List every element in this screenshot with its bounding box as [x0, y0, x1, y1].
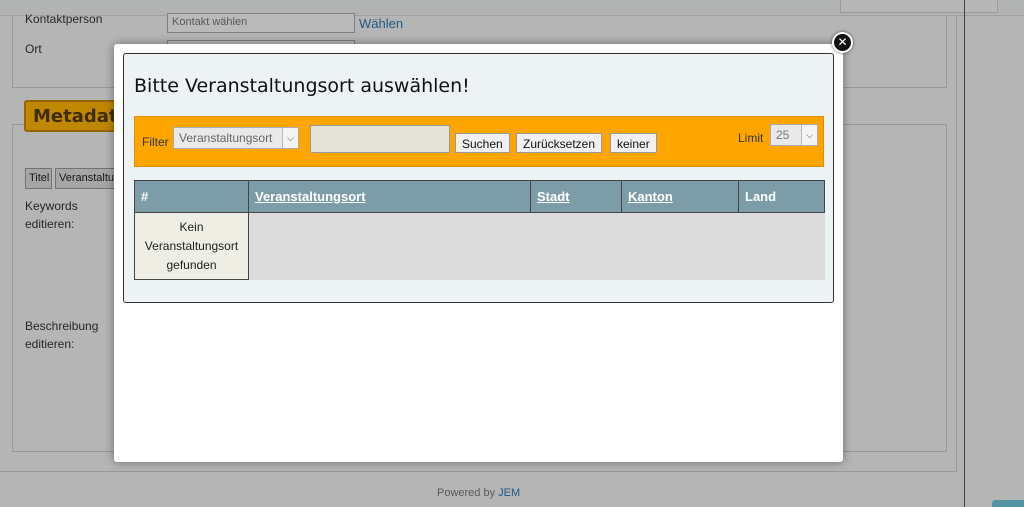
venue-table: # Veranstaltungsort Stadt Kanton Land Ke…: [134, 180, 825, 280]
column-header-city[interactable]: Stadt: [531, 181, 622, 212]
column-header-canton[interactable]: Kanton: [622, 181, 739, 212]
chevron-down-icon: ⌵: [801, 125, 817, 145]
limit-label: Limit: [738, 131, 764, 145]
reset-button[interactable]: Zurücksetzen: [516, 133, 603, 153]
filter-type-select[interactable]: Veranstaltungsort ⌵: [173, 127, 299, 149]
search-button[interactable]: Suchen: [455, 133, 510, 153]
modal-inner-panel: Bitte Veranstaltungsort auswählen! Filte…: [123, 53, 834, 303]
modal-title: Bitte Veranstaltungsort auswählen!: [134, 75, 470, 97]
sort-city-link[interactable]: Stadt: [537, 189, 570, 204]
table-header: # Veranstaltungsort Stadt Kanton Land: [134, 180, 825, 213]
limit-select[interactable]: 25 ⌵: [770, 124, 818, 146]
filter-search-input[interactable]: [310, 125, 450, 153]
filter-label: Filter: [142, 135, 169, 149]
chevron-down-icon: ⌵: [282, 128, 298, 148]
sort-canton-link[interactable]: Kanton: [628, 189, 673, 204]
empty-message-line-3: gefunden: [166, 258, 217, 272]
filter-bar: Filter Veranstaltungsort ⌵ Suchen Zurück…: [134, 116, 824, 167]
column-header-venue[interactable]: Veranstaltungsort: [249, 181, 531, 212]
empty-message-line-1: Kein: [179, 220, 204, 234]
filter-type-value: Veranstaltungsort: [179, 131, 273, 145]
limit-value: 25: [776, 128, 790, 142]
column-header-number: #: [135, 181, 249, 212]
sort-venue-link[interactable]: Veranstaltungsort: [255, 189, 366, 204]
empty-message-line-2: Veranstaltungsort: [144, 239, 239, 253]
empty-message-cell: Kein Veranstaltungsort gefunden: [134, 213, 249, 280]
none-button[interactable]: keiner: [610, 133, 657, 153]
table-row: Kein Veranstaltungsort gefunden: [134, 213, 825, 280]
column-header-country: Land: [745, 189, 777, 204]
venue-select-modal: Bitte Veranstaltungsort auswählen! Filte…: [114, 44, 843, 462]
close-icon[interactable]: ✕: [832, 32, 853, 53]
